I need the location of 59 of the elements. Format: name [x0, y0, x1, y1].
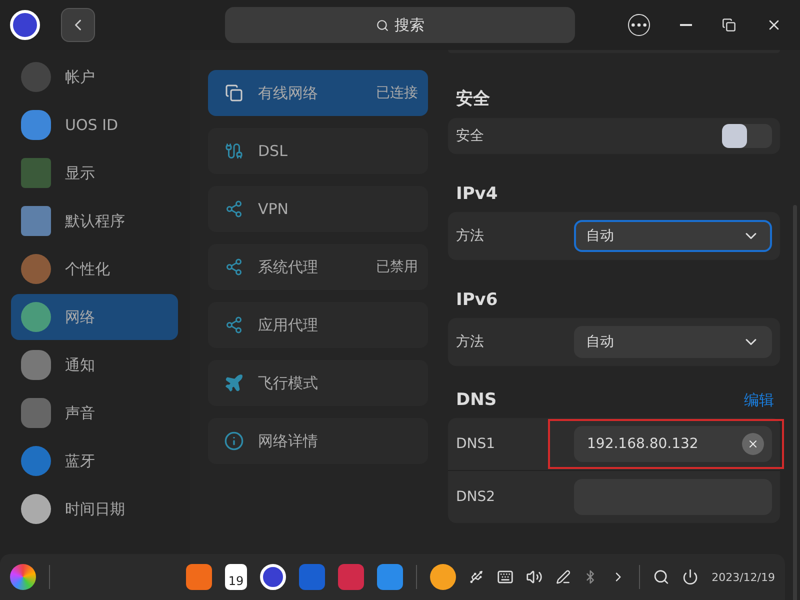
network-menu-item[interactable]: 系统代理 已禁用 [208, 244, 428, 290]
sidebar-item[interactable]: 通知 [11, 342, 178, 388]
item-label: 网络详情 [258, 432, 318, 450]
item-label: VPN [258, 200, 289, 218]
sidebar-item[interactable]: 帐户 [11, 54, 178, 100]
network-menu-item[interactable]: 网络详情 [208, 418, 428, 464]
pen-icon[interactable] [556, 569, 570, 585]
network-menu-item[interactable]: 有线网络 已连接 [208, 70, 428, 116]
field-label: DNS2 [456, 489, 496, 505]
power-icon[interactable] [682, 568, 699, 586]
sidebar-item[interactable]: 声音 [11, 390, 178, 436]
field-label: 方法 [456, 227, 485, 245]
app-logo [10, 10, 40, 40]
usb-icon[interactable] [468, 569, 484, 585]
volume-icon[interactable] [526, 568, 543, 586]
airplane-icon [224, 373, 244, 393]
sidebar-item[interactable]: 网络 [11, 294, 178, 340]
section-heading: 安全 [456, 88, 491, 110]
minus-icon [680, 24, 692, 26]
menu-button[interactable] [628, 14, 650, 36]
item-status: 已连接 [376, 84, 418, 102]
item-label: 应用代理 [258, 316, 318, 334]
sidebar-item[interactable]: 显示 [11, 150, 178, 196]
sidebar-item[interactable]: 时间日期 [11, 486, 178, 532]
toggle-switch[interactable] [722, 124, 772, 148]
section-heading: IPv4 [456, 184, 499, 204]
info-icon [224, 431, 244, 451]
maximize-button[interactable] [722, 18, 736, 32]
search-icon [376, 18, 388, 32]
section-heading: IPv6 [456, 290, 499, 310]
dns-input-field[interactable]: 192.168.80.132 [574, 426, 772, 462]
method-dropdown[interactable]: 自动 [574, 220, 772, 252]
item-label: 系统代理 [258, 258, 318, 276]
sidebar-item[interactable]: UOS ID [11, 102, 178, 148]
network-menu-item[interactable]: VPN [208, 186, 428, 232]
close-icon [747, 438, 759, 450]
search-field[interactable]: 搜索 [225, 7, 575, 43]
network-menu-item[interactable]: 应用代理 [208, 302, 428, 348]
sidebar-item[interactable]: 蓝牙 [11, 438, 178, 484]
sidebar-item[interactable]: 个性化 [11, 246, 178, 292]
search-icon[interactable] [652, 568, 670, 586]
section-heading: DNS [456, 390, 497, 410]
clear-button[interactable] [742, 433, 764, 455]
item-status: 已禁用 [376, 258, 418, 276]
field-label: 安全 [456, 127, 485, 145]
item-label: 有线网络 [258, 84, 318, 102]
item-label: DSL [258, 142, 288, 160]
field-label: 方法 [456, 333, 485, 351]
field-label: DNS1 [456, 436, 496, 452]
network-menu-item[interactable]: DSL [208, 128, 428, 174]
cable-icon [224, 141, 244, 161]
method-dropdown[interactable]: 自动 [574, 326, 772, 358]
sidebar-item[interactable]: 默认程序 [11, 198, 178, 244]
item-label: 飞行模式 [258, 374, 318, 392]
edit-link[interactable]: 编辑 [744, 390, 774, 410]
network-menu-item[interactable]: 飞行模式 [208, 360, 428, 406]
date-text: 2023/12/19 [712, 570, 776, 584]
keyboard-icon[interactable] [496, 568, 514, 586]
calendar-icon[interactable]: 19 [225, 564, 248, 590]
